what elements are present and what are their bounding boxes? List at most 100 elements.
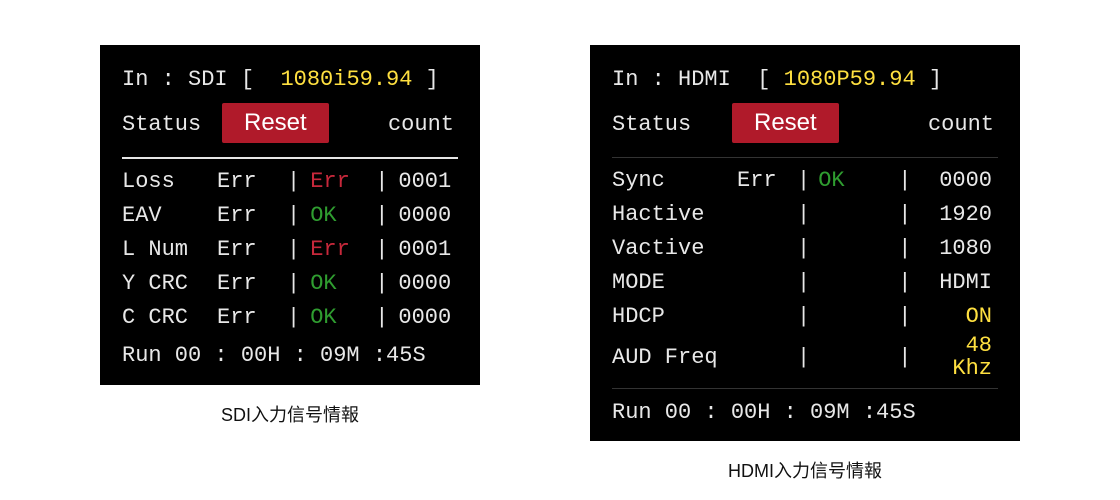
row-count: 0001 bbox=[398, 170, 468, 193]
hdmi-input-line: In : HDMI [ 1080P59.94 ] bbox=[612, 63, 998, 97]
divider bbox=[122, 157, 458, 159]
separator: | bbox=[375, 204, 398, 227]
sdi-reset-button[interactable]: Reset bbox=[222, 103, 329, 143]
hdmi-in-type: HDMI bbox=[678, 68, 731, 91]
row-errlbl: Err bbox=[737, 169, 797, 192]
row-name: C CRC bbox=[122, 306, 217, 329]
divider bbox=[612, 388, 998, 389]
separator: | bbox=[287, 272, 310, 295]
separator: | bbox=[797, 271, 818, 294]
row-status: OK bbox=[310, 306, 375, 329]
row-value: HDMI bbox=[919, 271, 998, 294]
row-status: Err bbox=[310, 170, 375, 193]
sdi-caption: SDI入力信号情報 bbox=[221, 401, 359, 427]
row-name: HDCP bbox=[612, 305, 737, 328]
sdi-panel-wrap: In : SDI [ 1080i59.94 ] Status Reset cou… bbox=[100, 45, 480, 427]
separator: | bbox=[898, 346, 919, 369]
table-row: C CRCErr|OK|0000 bbox=[122, 301, 458, 335]
separator: | bbox=[375, 238, 398, 261]
hdmi-panel: In : HDMI [ 1080P59.94 ] Status Reset co… bbox=[590, 45, 1020, 441]
bracket-close: ] bbox=[426, 68, 439, 91]
table-row: EAVErr|OK|0000 bbox=[122, 199, 458, 233]
table-row: MODE||HDMI bbox=[612, 266, 998, 300]
separator: | bbox=[898, 169, 919, 192]
row-count: 0001 bbox=[398, 238, 468, 261]
separator: | bbox=[797, 346, 818, 369]
row-value: 1080 bbox=[919, 237, 998, 260]
separator: | bbox=[898, 237, 919, 260]
table-row: AUD Freq||48 Khz bbox=[612, 334, 998, 380]
hdmi-run-line: Run 00 : 00H : 09M :45S bbox=[612, 395, 998, 429]
row-value: 48 Khz bbox=[919, 334, 998, 380]
row-name: MODE bbox=[612, 271, 737, 294]
separator: | bbox=[375, 272, 398, 295]
table-row: Y CRCErr|OK|0000 bbox=[122, 267, 458, 301]
row-errlbl: Err bbox=[217, 170, 287, 193]
row-status: OK bbox=[310, 272, 375, 295]
table-row: L NumErr|Err|0001 bbox=[122, 233, 458, 267]
hdmi-in-label: In : bbox=[612, 68, 665, 91]
row-name: Vactive bbox=[612, 237, 737, 260]
row-errlbl: Err bbox=[217, 238, 287, 261]
divider bbox=[612, 157, 998, 158]
table-row: Vactive||1080 bbox=[612, 232, 998, 266]
row-errlbl: Err bbox=[217, 204, 287, 227]
table-row: SyncErr|OK|0000 bbox=[612, 164, 998, 198]
sdi-in-type: SDI bbox=[188, 68, 228, 91]
hdmi-panel-wrap: In : HDMI [ 1080P59.94 ] Status Reset co… bbox=[590, 45, 1020, 483]
row-status: OK bbox=[818, 169, 898, 192]
row-count: 0000 bbox=[398, 272, 468, 295]
row-status: OK bbox=[310, 204, 375, 227]
sdi-status-row: Status Reset count bbox=[122, 101, 458, 149]
row-value: ON bbox=[919, 305, 998, 328]
table-row: HDCP||ON bbox=[612, 300, 998, 334]
separator: | bbox=[375, 170, 398, 193]
stage: In : SDI [ 1080i59.94 ] Status Reset cou… bbox=[0, 0, 1120, 500]
separator: | bbox=[797, 169, 818, 192]
bracket-close: ] bbox=[929, 68, 942, 91]
sdi-rows: LossErr|Err|0001EAVErr|OK|0000L NumErr|E… bbox=[122, 165, 458, 335]
row-count: 0000 bbox=[398, 306, 468, 329]
row-value: 0000 bbox=[919, 169, 998, 192]
row-name: Hactive bbox=[612, 203, 737, 226]
hdmi-run-text: Run 00 : 00H : 09M :45S bbox=[612, 401, 916, 424]
hdmi-count-label: count bbox=[851, 113, 998, 136]
sdi-count-label: count bbox=[341, 113, 458, 136]
sdi-run-text: Run 00 : 00H : 09M :45S bbox=[122, 344, 426, 367]
row-name: AUD Freq bbox=[612, 346, 737, 369]
row-name: L Num bbox=[122, 238, 217, 261]
separator: | bbox=[287, 170, 310, 193]
separator: | bbox=[797, 237, 818, 260]
row-name: Loss bbox=[122, 170, 217, 193]
separator: | bbox=[287, 204, 310, 227]
sdi-panel: In : SDI [ 1080i59.94 ] Status Reset cou… bbox=[100, 45, 480, 385]
separator: | bbox=[898, 305, 919, 328]
hdmi-status-label: Status bbox=[612, 113, 732, 136]
row-value: 1920 bbox=[919, 203, 998, 226]
separator: | bbox=[898, 203, 919, 226]
hdmi-rows: SyncErr|OK|0000Hactive||1920Vactive||108… bbox=[612, 164, 998, 380]
hdmi-resolution: 1080P59.94 bbox=[784, 68, 916, 91]
bracket-open: [ bbox=[757, 68, 770, 91]
table-row: Hactive||1920 bbox=[612, 198, 998, 232]
sdi-input-line: In : SDI [ 1080i59.94 ] bbox=[122, 63, 458, 97]
separator: | bbox=[375, 306, 398, 329]
row-name: Y CRC bbox=[122, 272, 217, 295]
separator: | bbox=[287, 238, 310, 261]
separator: | bbox=[898, 271, 919, 294]
row-status: Err bbox=[310, 238, 375, 261]
row-name: Sync bbox=[612, 169, 737, 192]
table-row: LossErr|Err|0001 bbox=[122, 165, 458, 199]
sdi-run-line: Run 00 : 00H : 09M :45S bbox=[122, 339, 458, 373]
separator: | bbox=[287, 306, 310, 329]
separator: | bbox=[797, 305, 818, 328]
row-errlbl: Err bbox=[217, 306, 287, 329]
row-name: EAV bbox=[122, 204, 217, 227]
sdi-in-label: In : bbox=[122, 68, 175, 91]
hdmi-status-row: Status Reset count bbox=[612, 101, 998, 149]
separator: | bbox=[797, 203, 818, 226]
row-count: 0000 bbox=[398, 204, 468, 227]
sdi-resolution: 1080i59.94 bbox=[280, 68, 412, 91]
hdmi-reset-button[interactable]: Reset bbox=[732, 103, 839, 143]
hdmi-caption: HDMI入力信号情報 bbox=[728, 457, 882, 483]
